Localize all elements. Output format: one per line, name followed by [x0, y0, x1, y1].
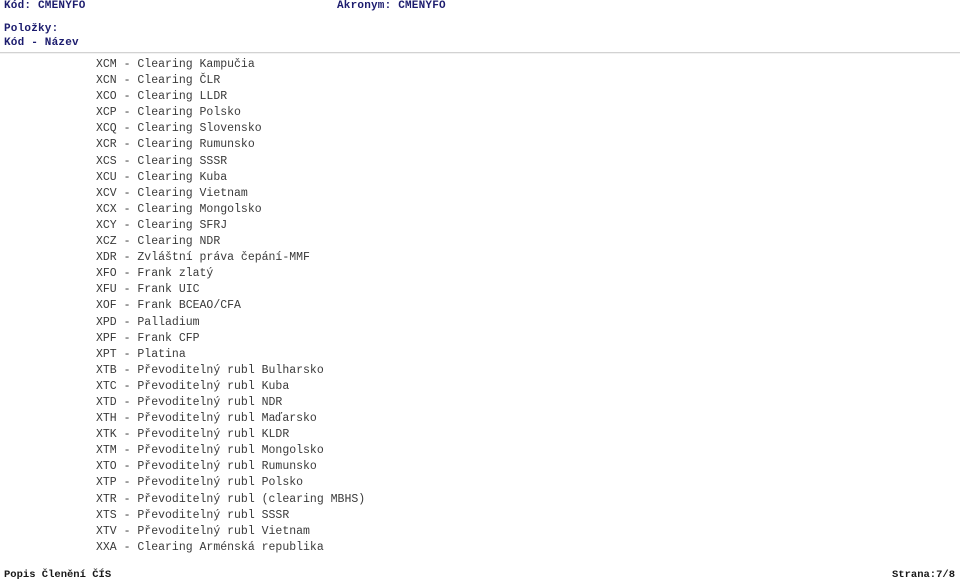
acronym-header: Akronym: CMENYFO — [337, 0, 446, 12]
column-headers: Kód - Název — [4, 37, 79, 49]
list-item: XTC - Převoditelný rubl Kuba — [96, 379, 290, 393]
page-number: Strana:7/8 — [891, 569, 955, 581]
list-item: XPT - Platina — [96, 347, 186, 361]
list-item: XTD - Převoditelný rubl NDR — [96, 395, 283, 409]
list-item: XPD - Palladium — [96, 315, 200, 329]
code-header: Kód: CMENYFO — [4, 0, 86, 12]
document-footer: Popis Členění ČÍS Strana:7/8 — [0, 569, 960, 585]
list-item: XTH - Převoditelný rubl Maďarsko — [96, 412, 317, 426]
list-item: XCV - Clearing Vietnam — [96, 186, 248, 200]
list-item: XCN - Clearing ČLR — [96, 74, 221, 88]
document-header: Kód: CMENYFO Akronym: CMENYFO Položky: K… — [0, 0, 960, 50]
list-item: XCM - Clearing Kampučia — [96, 58, 255, 71]
list-item: XCU - Clearing Kuba — [96, 170, 228, 184]
list-item: XTK - Převoditelný rubl KLDR — [96, 428, 290, 442]
list-item: XPF - Frank CFP — [96, 331, 200, 345]
list-item: XCR - Clearing Rumunsko — [96, 138, 255, 152]
list-item: XTR - Převoditelný rubl (clearing MBHS) — [96, 492, 366, 506]
list-item: XCQ - Clearing Slovensko — [96, 122, 262, 136]
list-item: XCS - Clearing SSSR — [96, 154, 228, 168]
list-item: XTP - Převoditelný rubl Polsko — [96, 476, 304, 490]
list-item: XXA - Clearing Arménská republika — [96, 540, 324, 554]
header-divider — [0, 52, 960, 54]
list-item: XCO - Clearing LLDR — [96, 90, 228, 104]
list-item: XDR - Zvláštní práva čepání-MMF — [96, 251, 310, 265]
list-item: XFU - Frank UIC — [96, 283, 200, 297]
list-item: XCY - Clearing SFRJ — [96, 218, 228, 232]
currency-code-list: XCM - Clearing Kampučia XCN - Clearing ČL… — [96, 57, 916, 556]
footer-title: Popis Členění ČÍS — [4, 569, 112, 581]
list-item: XTO - Převoditelný rubl Rumunsko — [96, 460, 317, 474]
list-item: XTB - Převoditelný rubl Bulharsko — [96, 363, 324, 377]
list-item: XTV - Převoditelný rubl Vietnam — [96, 524, 310, 538]
list-item: XTS - Převoditelný rubl SSSR — [96, 508, 290, 522]
list-item: XTM - Převoditelný rubl Mongolsko — [96, 444, 324, 458]
list-item: XCP - Clearing Polsko — [96, 106, 241, 120]
document-page: Kód: CMENYFO Akronym: CMENYFO Položky: K… — [0, 0, 960, 588]
items-section-label: Položky: — [4, 23, 59, 35]
list-item: XCX - Clearing Mongolsko — [96, 202, 262, 216]
list-item: XFO - Frank zlatý — [96, 267, 214, 281]
list-item: XCZ - Clearing NDR — [96, 235, 221, 249]
list-item: XOF - Frank BCEAO/CFA — [96, 299, 241, 313]
